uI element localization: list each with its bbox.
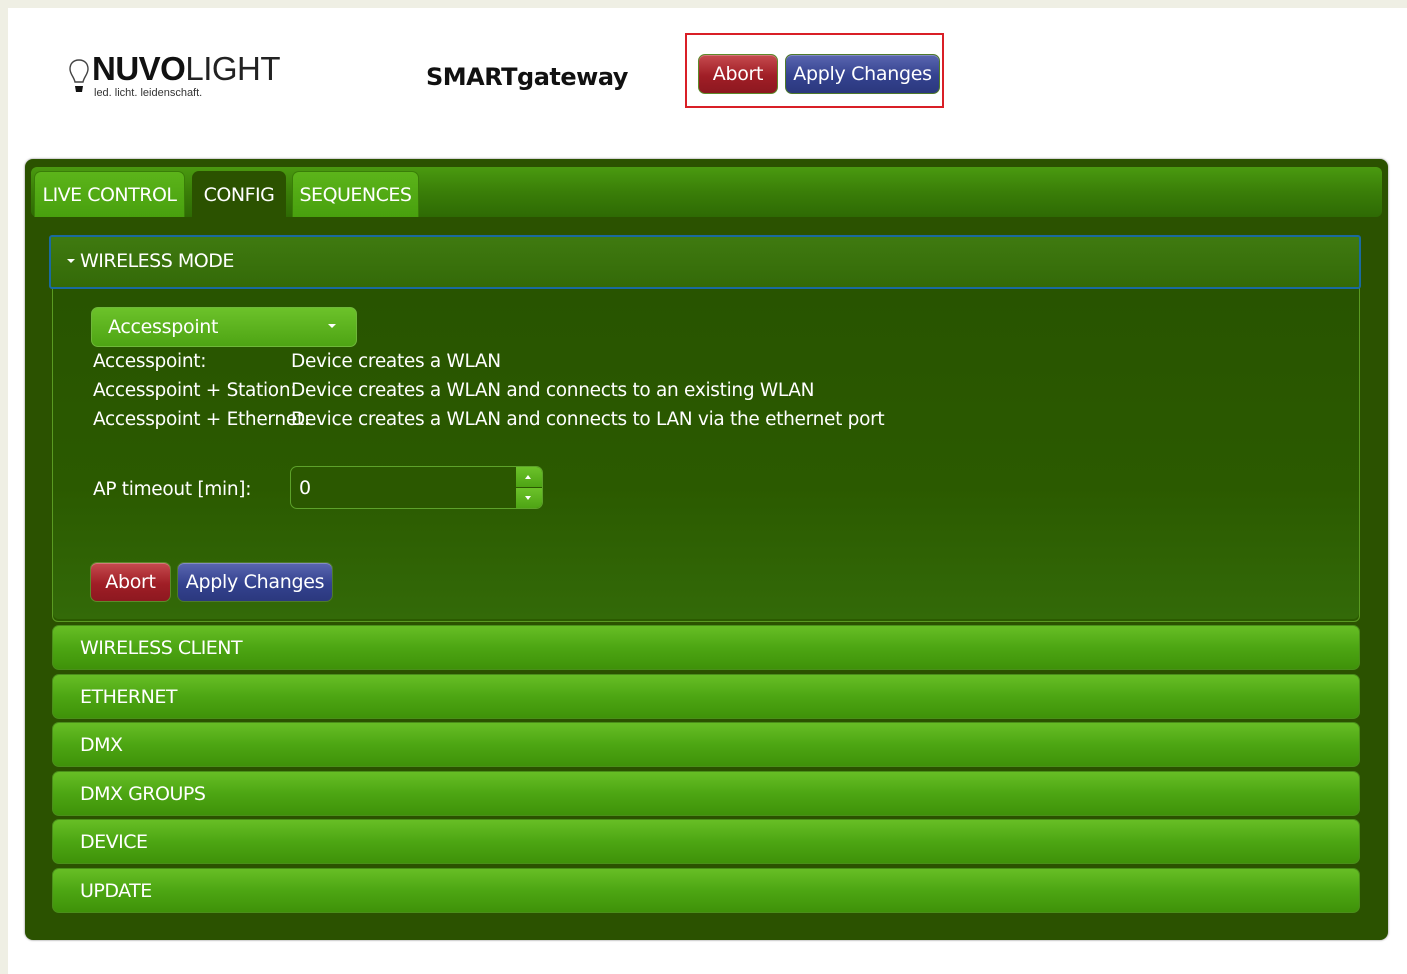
stepper-buttons <box>516 467 542 508</box>
mode-description-value: Device creates a WLAN <box>291 351 501 372</box>
section-label: UPDATE <box>80 880 152 902</box>
mode-description-key: Accesspoint + Ethernet: <box>93 409 310 430</box>
stepper-decrement-button[interactable] <box>516 488 542 508</box>
nuvolight-logo: NUVOLIGHT led. licht. leidenschaft. <box>68 50 288 106</box>
section-apply-changes-button[interactable]: Apply Changes <box>177 562 333 602</box>
section-device[interactable]: DEVICE <box>52 819 1360 864</box>
lightbulb-icon <box>69 59 89 92</box>
tab-bar: LIVE CONTROL CONFIG SEQUENCES <box>31 167 1382 217</box>
header-apply-changes-button[interactable]: Apply Changes <box>785 54 940 94</box>
logo-tagline: led. licht. leidenschaft. <box>94 87 203 99</box>
logo-wordmark: NUVOLIGHT <box>92 50 281 88</box>
mode-description-value: Device creates a WLAN and connects to an… <box>291 380 815 401</box>
wireless-mode-title: WIRELESS MODE <box>80 250 234 272</box>
logo-light: LIGHT <box>185 50 281 87</box>
wireless-mode-select[interactable]: Accesspoint <box>91 307 357 347</box>
ap-timeout-value[interactable]: 0 <box>299 477 311 499</box>
ap-timeout-stepper[interactable]: 0 <box>290 466 543 509</box>
section-label: DEVICE <box>80 831 148 853</box>
stepper-increment-button[interactable] <box>516 467 542 487</box>
section-dmx-groups[interactable]: DMX GROUPS <box>52 771 1360 816</box>
arrow-down-icon <box>525 496 531 500</box>
section-abort-button[interactable]: Abort <box>90 562 171 602</box>
caret-down-icon <box>67 259 75 263</box>
main-panel: LIVE CONTROL CONFIG SEQUENCES WIRELESS M… <box>25 159 1388 940</box>
tab-sequences[interactable]: SEQUENCES <box>292 171 419 217</box>
mode-description-key: Accesspoint + Station: <box>93 380 297 401</box>
mode-description-key: Accesspoint: <box>93 351 207 372</box>
section-label: DMX GROUPS <box>80 783 206 805</box>
ap-timeout-label: AP timeout [min]: <box>93 479 252 500</box>
section-wireless-client[interactable]: WIRELESS CLIENT <box>52 625 1360 670</box>
app-title: SMARTgateway <box>426 63 628 91</box>
section-update[interactable]: UPDATE <box>52 868 1360 913</box>
section-ethernet[interactable]: ETHERNET <box>52 674 1360 719</box>
wireless-mode-select-value: Accesspoint <box>108 316 219 338</box>
section-dmx[interactable]: DMX <box>52 722 1360 767</box>
section-label: WIRELESS CLIENT <box>80 637 243 659</box>
chevron-down-icon <box>328 324 336 328</box>
wireless-mode-section: WIRELESS MODE Accesspoint Accesspoint: D… <box>49 235 1361 622</box>
wireless-mode-header[interactable]: WIRELESS MODE <box>49 235 1361 289</box>
section-label: ETHERNET <box>80 686 177 708</box>
mode-description-value: Device creates a WLAN and connects to LA… <box>291 409 885 430</box>
tab-live-control[interactable]: LIVE CONTROL <box>34 171 185 217</box>
header-abort-button[interactable]: Abort <box>698 54 778 94</box>
arrow-up-icon <box>525 475 531 479</box>
tab-config[interactable]: CONFIG <box>192 171 286 217</box>
wireless-mode-body: Accesspoint Accesspoint: Device creates … <box>53 289 1359 619</box>
page: NUVOLIGHT led. licht. leidenschaft. SMAR… <box>8 8 1407 974</box>
logo-bold: NUVO <box>92 50 186 87</box>
section-label: DMX <box>80 734 123 756</box>
